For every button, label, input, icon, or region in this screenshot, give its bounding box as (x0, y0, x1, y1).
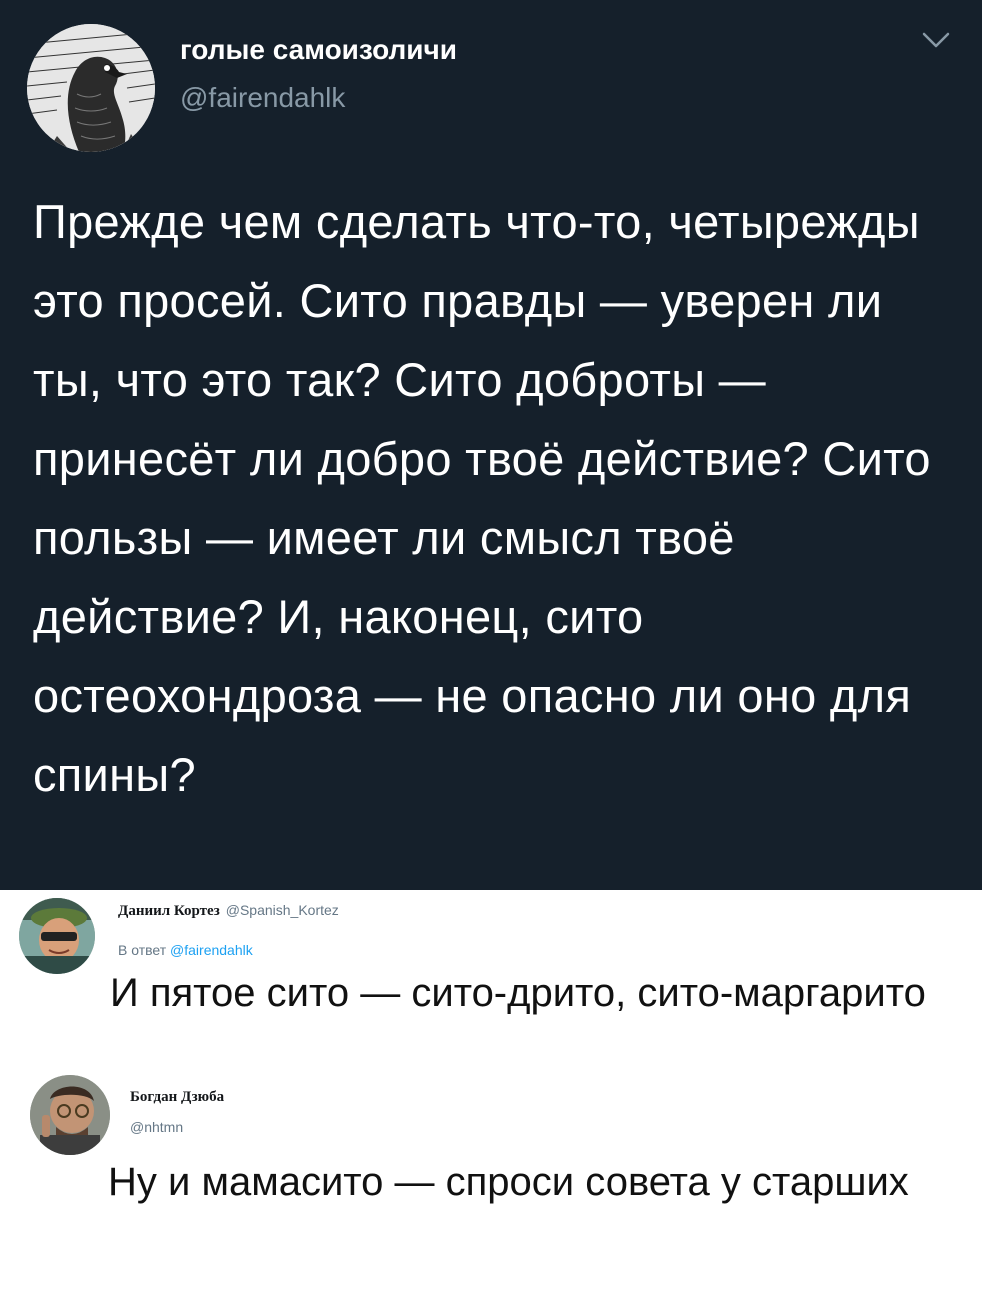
author-name[interactable]: голые самоизоличи (180, 34, 457, 66)
avatar-image (30, 1075, 110, 1155)
avatar-image (19, 898, 95, 974)
tweet-text: Прежде чем сделать что-то, четырежды это… (33, 195, 931, 801)
author-handle[interactable]: @fairendahlk (180, 82, 345, 114)
author-avatar[interactable] (27, 24, 155, 152)
reply-text: И пятое сито — сито-дрито, сито-маргарит… (110, 971, 926, 1015)
main-tweet: голые самоизоличи @fairendahlk Прежде че… (0, 0, 982, 890)
chevron-down-icon[interactable] (918, 28, 954, 52)
reply-item: Даниил Кортез @Spanish_Kortez В ответ @fa… (0, 890, 982, 1075)
reply-to-label: В ответ (118, 942, 167, 958)
bird-drawing-avatar-image (27, 24, 155, 152)
reply-to-line: В ответ @fairendahlk (118, 942, 253, 958)
reply-item: Богдан Дзюба @nhtmn Ну и мамасито — спро… (0, 1075, 982, 1300)
reply-author-handle[interactable]: @Spanish_Kortez (226, 902, 339, 918)
reply-author-name[interactable]: Богдан Дзюба (130, 1089, 224, 1106)
reply-avatar[interactable] (30, 1075, 110, 1155)
reply-author-name[interactable]: Даниил Кортез @Spanish_Kortez (118, 902, 339, 920)
reply-to-mention[interactable]: @fairendahlk (170, 942, 253, 958)
reply-author-handle[interactable]: @nhtmn (130, 1119, 183, 1135)
reply-author-name-text[interactable]: Даниил Кортез (118, 903, 220, 919)
reply-text: Ну и мамасито — спроси совета у старших (108, 1160, 909, 1204)
reply-avatar[interactable] (19, 898, 95, 974)
